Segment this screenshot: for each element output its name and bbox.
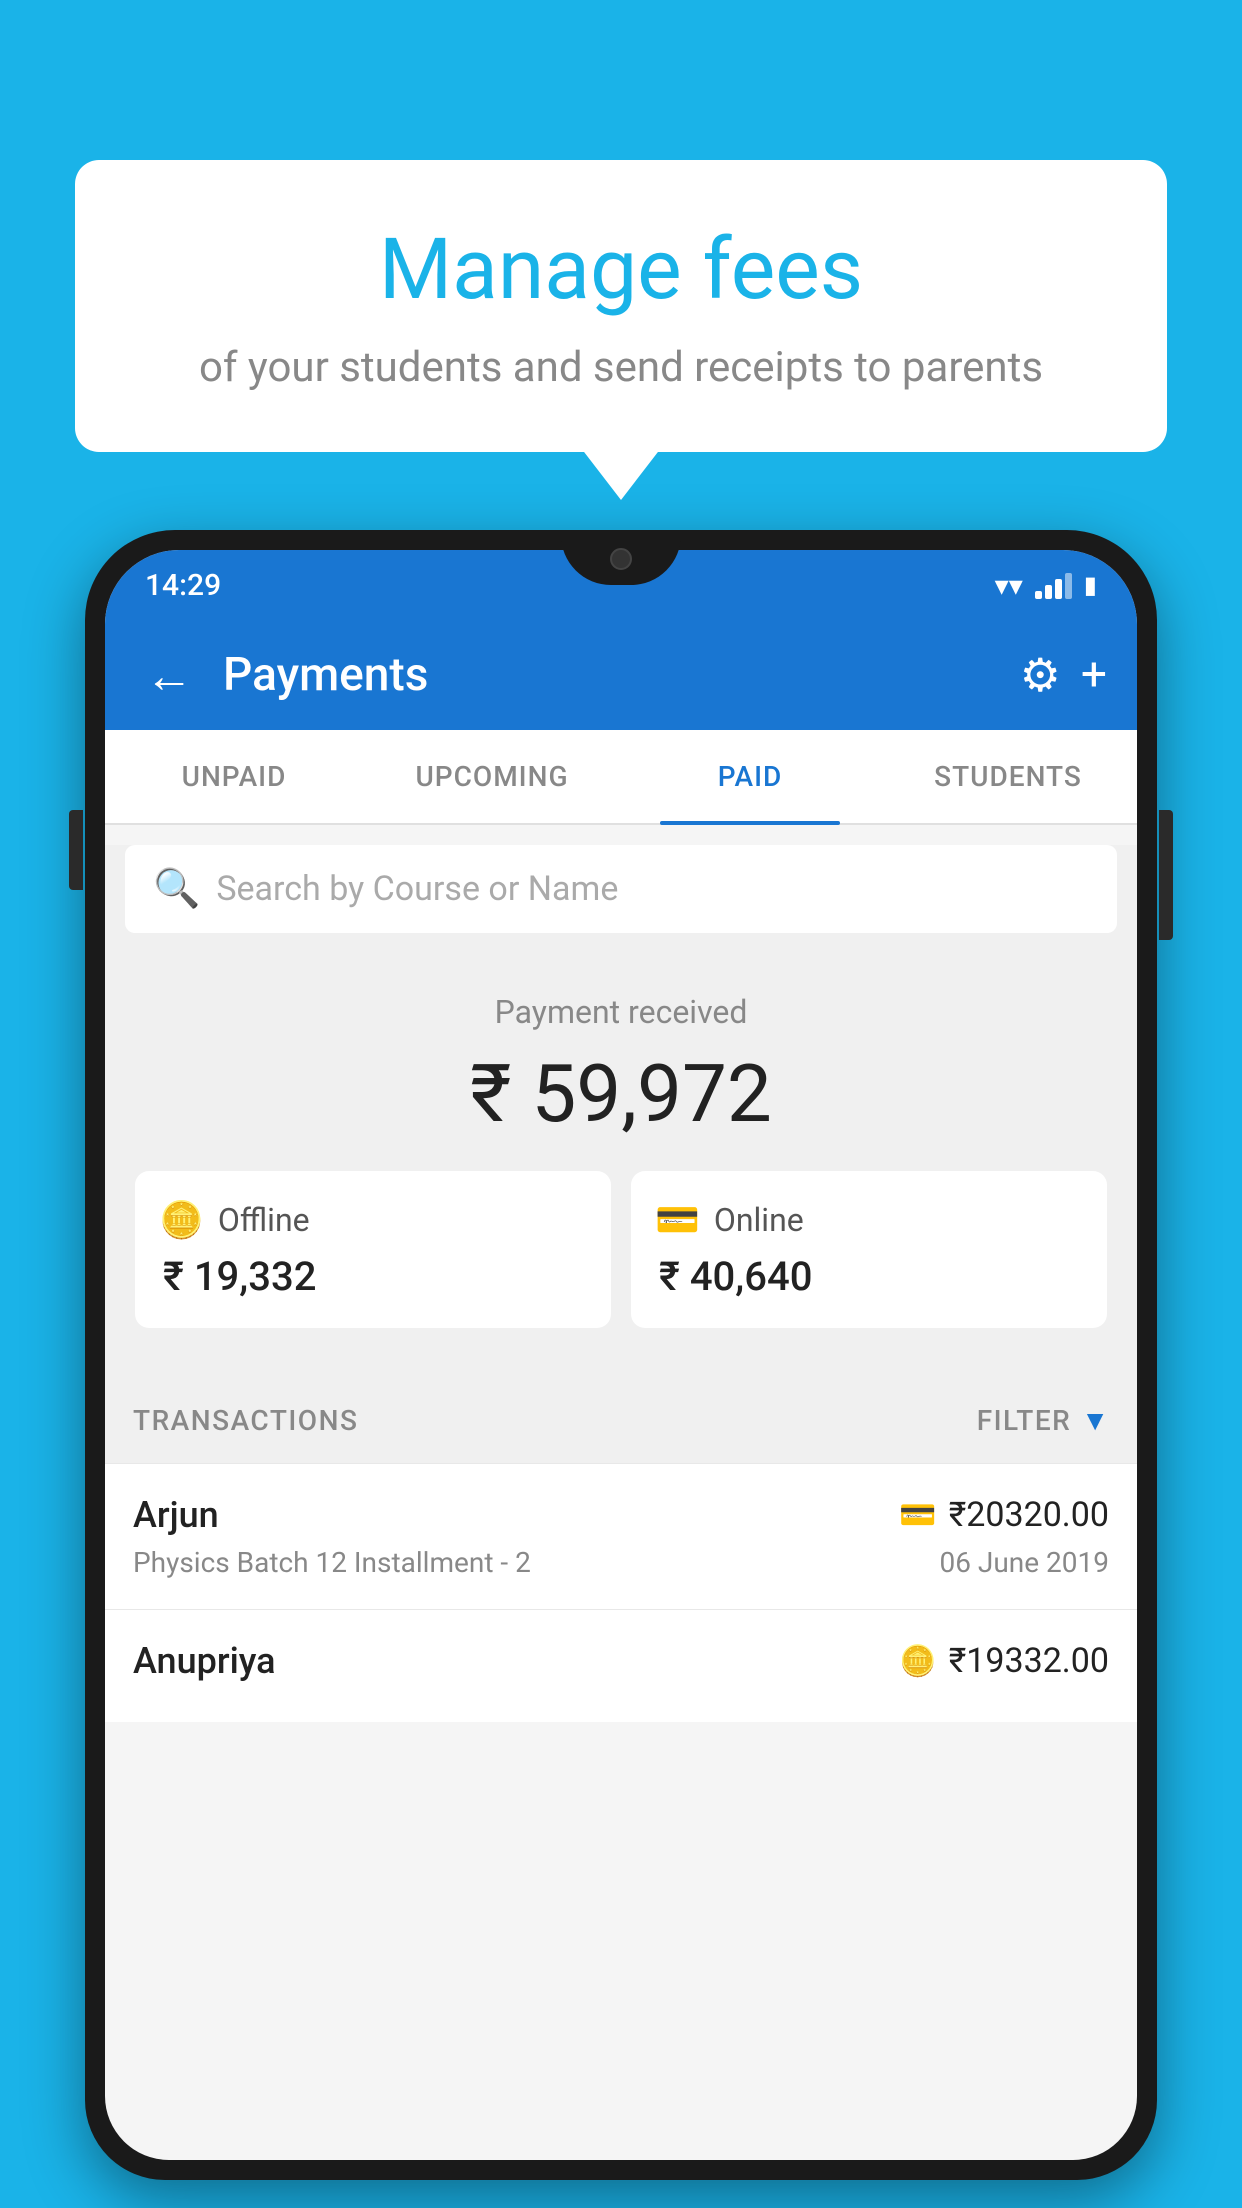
- payment-label: Payment received: [135, 993, 1107, 1031]
- transaction-amount: ₹20320.00: [949, 1495, 1109, 1535]
- tab-unpaid[interactable]: UNPAID: [105, 730, 363, 823]
- add-icon[interactable]: +: [1081, 648, 1107, 702]
- transaction-row[interactable]: Anupriya 🪙 ₹19332.00: [105, 1609, 1137, 1722]
- transaction-date: 06 June 2019: [939, 1546, 1109, 1579]
- search-icon: 🔍: [153, 867, 200, 911]
- filter-label: FILTER: [977, 1404, 1072, 1437]
- speech-bubble-container: Manage fees of your students and send re…: [75, 160, 1167, 452]
- phone-container: 14:29 ▾▾ ▮ ← Payments ⚙: [85, 530, 1157, 2208]
- transaction-amount-row: 🪙 ₹19332.00: [899, 1641, 1109, 1681]
- transaction-row-top: Anupriya 🪙 ₹19332.00: [133, 1640, 1109, 1682]
- transaction-amount-row: 💳 ₹20320.00: [899, 1495, 1109, 1535]
- transaction-course: Physics Batch 12 Installment - 2: [133, 1546, 531, 1579]
- offline-payment-icon: 🪙: [899, 1644, 936, 1679]
- offline-amount: ₹ 19,332: [159, 1253, 316, 1300]
- online-card: 💳 Online ₹ 40,640: [631, 1171, 1107, 1328]
- manage-fees-title: Manage fees: [135, 220, 1107, 319]
- app-bar: ← Payments ⚙ +: [105, 620, 1137, 730]
- search-bar[interactable]: 🔍 Search by Course or Name: [125, 845, 1117, 933]
- offline-card: 🪙 Offline ₹ 19,332: [135, 1171, 611, 1328]
- tab-paid[interactable]: PAID: [621, 730, 879, 823]
- content-area: 🔍 Search by Course or Name Payment recei…: [105, 845, 1137, 1722]
- transaction-row-top: Arjun 💳 ₹20320.00: [133, 1494, 1109, 1536]
- offline-type: Offline: [218, 1201, 310, 1239]
- filter-button[interactable]: FILTER ▼: [977, 1404, 1109, 1437]
- phone-outer: 14:29 ▾▾ ▮ ← Payments ⚙: [85, 530, 1157, 2180]
- search-placeholder: Search by Course or Name: [216, 869, 618, 909]
- payment-cards: 🪙 Offline ₹ 19,332 💳 Online ₹ 40,640: [135, 1171, 1107, 1328]
- transaction-row[interactable]: Arjun 💳 ₹20320.00 Physics Batch 12 Insta…: [105, 1463, 1137, 1609]
- online-amount: ₹ 40,640: [655, 1253, 812, 1300]
- tab-upcoming[interactable]: UPCOMING: [363, 730, 621, 823]
- transaction-name: Arjun: [133, 1494, 219, 1536]
- back-button[interactable]: ←: [135, 637, 203, 714]
- offline-icon: 🪙: [159, 1199, 204, 1241]
- settings-icon[interactable]: ⚙: [1020, 648, 1061, 703]
- speech-bubble: Manage fees of your students and send re…: [75, 160, 1167, 452]
- app-bar-title: Payments: [223, 648, 1000, 702]
- transactions-label: TRANSACTIONS: [133, 1404, 358, 1437]
- transaction-amount: ₹19332.00: [949, 1641, 1109, 1681]
- transactions-header: TRANSACTIONS FILTER ▼: [105, 1378, 1137, 1463]
- filter-icon: ▼: [1081, 1404, 1109, 1437]
- online-icon: 💳: [655, 1199, 700, 1241]
- online-card-header: 💳 Online: [655, 1199, 804, 1241]
- battery-icon: ▮: [1084, 571, 1097, 599]
- transaction-row-bottom: Physics Batch 12 Installment - 2 06 June…: [133, 1546, 1109, 1579]
- offline-card-header: 🪙 Offline: [159, 1199, 310, 1241]
- phone-screen: 14:29 ▾▾ ▮ ← Payments ⚙: [105, 550, 1137, 2160]
- payment-total: ₹ 59,972: [135, 1047, 1107, 1141]
- transaction-name: Anupriya: [133, 1640, 276, 1682]
- online-type: Online: [714, 1201, 804, 1239]
- app-bar-actions: ⚙ +: [1020, 648, 1107, 703]
- manage-fees-subtitle: of your students and send receipts to pa…: [135, 343, 1107, 392]
- payment-section: Payment received ₹ 59,972 🪙 Offline ₹ 19…: [105, 953, 1137, 1378]
- status-time: 14:29: [145, 568, 221, 603]
- signal-icon: [1035, 571, 1072, 599]
- tab-students[interactable]: STUDENTS: [879, 730, 1137, 823]
- wifi-icon: ▾▾: [995, 569, 1023, 602]
- status-icons: ▾▾ ▮: [995, 569, 1097, 602]
- camera-dot: [610, 548, 632, 570]
- tabs-container: UNPAID UPCOMING PAID STUDENTS: [105, 730, 1137, 825]
- card-icon: 💳: [899, 1498, 936, 1533]
